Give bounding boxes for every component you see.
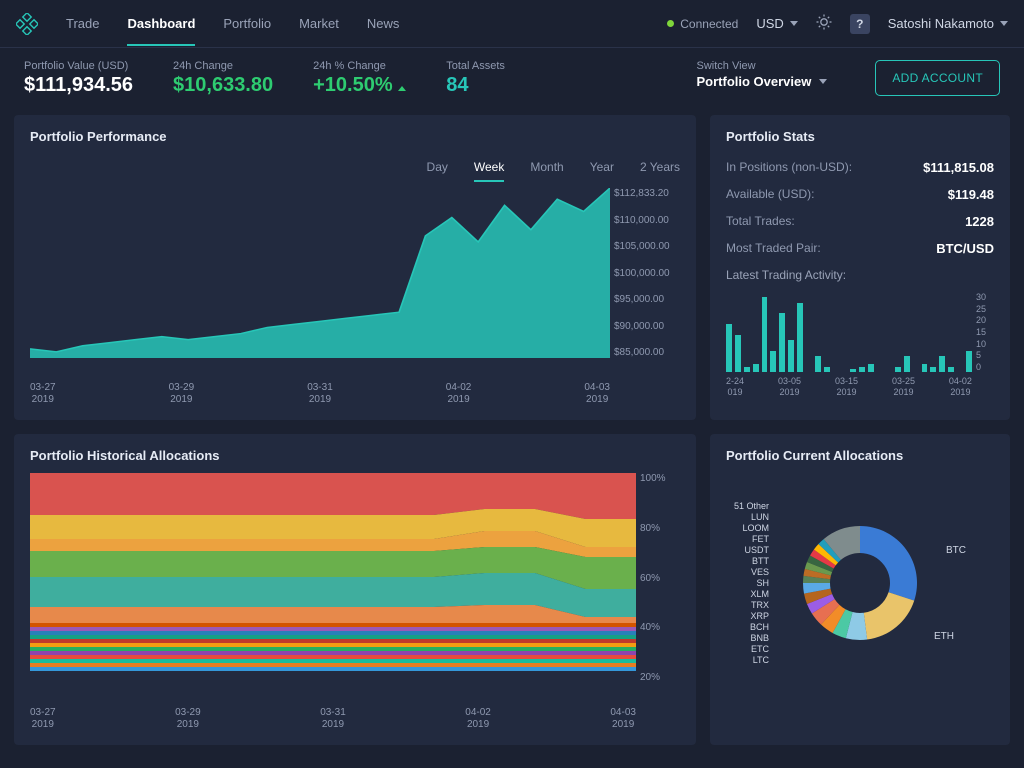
stats-row: Available (USD):$119.48 [726, 181, 994, 208]
activity-x-axis: 2-2401903-05201903-15201903-25201904-022… [726, 376, 994, 398]
tab-month[interactable]: Month [530, 154, 563, 180]
nav-market[interactable]: Market [299, 2, 339, 45]
logo-icon [16, 13, 38, 35]
user-menu[interactable]: Satoshi Nakamoto [888, 16, 1008, 31]
nav-trade[interactable]: Trade [66, 2, 99, 45]
topbar-right: Connected USD ? Satoshi Nakamoto [667, 14, 1008, 34]
current-allocation-chart: 51 OtherLUNLOOMFETUSDTBTTVESSHXLMTRXXRPB… [726, 473, 994, 693]
add-account-button[interactable]: ADD ACCOUNT [875, 60, 1000, 96]
main-nav: Trade Dashboard Portfolio Market News [66, 2, 399, 45]
card-title: Portfolio Historical Allocations [30, 448, 680, 463]
status-label: Connected [680, 17, 738, 31]
stats-row: Total Trades:1228 [726, 208, 994, 235]
stat-total-assets: Total Assets 84 [446, 60, 505, 97]
tab-2years[interactable]: 2 Years [640, 154, 680, 180]
user-name: Satoshi Nakamoto [888, 16, 994, 31]
topbar: Trade Dashboard Portfolio Market News Co… [0, 0, 1024, 48]
stats-row: Most Traded Pair:BTC/USD [726, 235, 994, 262]
card-title: Portfolio Current Allocations [726, 448, 994, 463]
activity-chart: 302520151050 [726, 292, 994, 372]
performance-chart: $112,833.20$110,000.00$105,000.00$100,00… [30, 188, 680, 378]
card-title: Portfolio Stats [726, 129, 994, 144]
stats-list: In Positions (non-USD):$111,815.08Availa… [726, 154, 994, 262]
historical-allocation-chart: 100%80%60%40%20% [30, 473, 680, 703]
stat-24h-change: 24h Change $10,633.80 [173, 60, 273, 97]
help-button[interactable]: ? [850, 14, 870, 34]
nav-portfolio[interactable]: Portfolio [223, 2, 271, 45]
activity-label: Latest Trading Activity: [726, 268, 994, 282]
sun-icon [816, 14, 832, 30]
chevron-down-icon [790, 21, 798, 26]
stat-24h-pct: 24h % Change +10.50% [313, 60, 406, 97]
card-current-allocations: Portfolio Current Allocations 51 OtherLU… [710, 434, 1010, 745]
nav-news[interactable]: News [367, 2, 400, 45]
card-stats: Portfolio Stats In Positions (non-USD):$… [710, 115, 1010, 420]
chevron-down-icon [1000, 21, 1008, 26]
currency-label: USD [756, 16, 783, 31]
connection-status: Connected [667, 17, 738, 31]
stat-portfolio-value: Portfolio Value (USD) $111,934.56 [24, 60, 133, 97]
caret-up-icon [398, 86, 406, 91]
card-historical-allocations: Portfolio Historical Allocations 100%80%… [14, 434, 696, 745]
dashboard-grid: Portfolio Performance Day Week Month Yea… [0, 115, 1024, 759]
tab-year[interactable]: Year [590, 154, 614, 180]
perf-tabs: Day Week Month Year 2 Years [30, 154, 680, 180]
tab-day[interactable]: Day [427, 154, 448, 180]
summary-bar: Portfolio Value (USD) $111,934.56 24h Ch… [0, 48, 1024, 115]
theme-toggle[interactable] [816, 14, 832, 33]
perf-x-axis: 03-27201903-29201903-31201904-02201904-0… [30, 382, 680, 406]
donut-label-btc: BTC [946, 545, 966, 556]
switch-view: Switch View Portfolio Overview [696, 60, 827, 89]
card-title: Portfolio Performance [30, 129, 680, 144]
hist-x-axis: 03-27201903-29201903-31201904-02201904-0… [30, 707, 680, 731]
donut-label-eth: ETH [934, 631, 954, 642]
chevron-down-icon [819, 79, 827, 84]
status-dot-icon [667, 20, 674, 27]
nav-dashboard[interactable]: Dashboard [127, 2, 195, 45]
currency-selector[interactable]: USD [756, 16, 797, 31]
stats-row: In Positions (non-USD):$111,815.08 [726, 154, 994, 181]
tab-week[interactable]: Week [474, 154, 504, 180]
card-performance: Portfolio Performance Day Week Month Yea… [14, 115, 696, 420]
switch-view-select[interactable]: Portfolio Overview [696, 74, 827, 89]
